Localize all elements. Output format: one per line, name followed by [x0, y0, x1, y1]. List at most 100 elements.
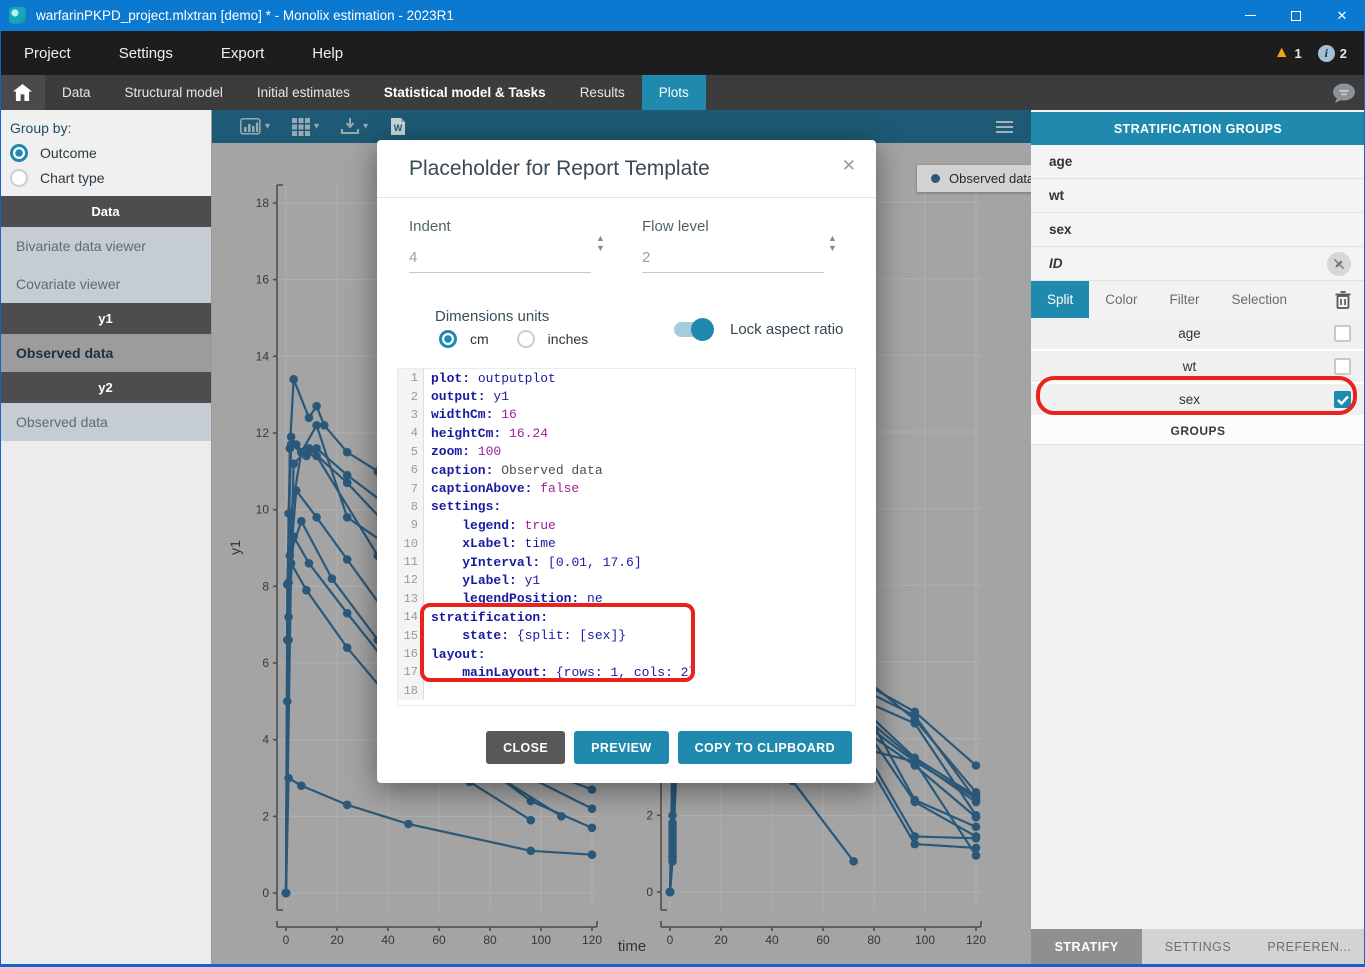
tab-plots[interactable]: Plots [642, 75, 706, 110]
window-minimize-button[interactable] [1227, 0, 1273, 31]
code-line: 7captionAbove: false [398, 479, 855, 497]
line-number: 7 [398, 479, 424, 497]
svg-text:2: 2 [262, 809, 269, 823]
dialog-close-icon[interactable]: ✕ [842, 156, 856, 176]
group-by-section: Group by: OutcomeChart type [0, 110, 211, 196]
stratify-tab-split[interactable]: Split [1031, 281, 1089, 318]
download-icon [341, 118, 359, 135]
menu-help[interactable]: Help [310, 45, 345, 62]
preview-button[interactable]: PREVIEW [574, 731, 668, 764]
plot-toolbar: ▾ ▾ ▾ [212, 110, 1031, 143]
window-maximize-button[interactable] [1273, 0, 1319, 31]
split-checkbox-wt[interactable] [1334, 358, 1351, 375]
code-text: settings: [424, 499, 501, 514]
group-by-option-chart-type[interactable]: Chart type [10, 169, 211, 187]
split-checkbox-sex[interactable] [1334, 391, 1351, 408]
svg-text:100: 100 [915, 933, 935, 947]
code-line: 4heightCm: 16.24 [398, 424, 855, 442]
code-text: legendPosition: ne [424, 591, 603, 606]
flow-level-stepper[interactable]: ▲▼ [828, 235, 837, 252]
indent-stepper[interactable]: ▲▼ [596, 235, 605, 252]
window-close-button[interactable]: ✕ [1319, 0, 1365, 31]
tab-structural-model[interactable]: Structural model [108, 75, 240, 110]
unit-label: cm [470, 331, 489, 347]
panel-tab-preferen[interactable]: PREFEREN... [1254, 929, 1365, 965]
line-number: 8 [398, 498, 424, 516]
chart-type-menu[interactable]: ▾ [240, 118, 270, 135]
code-text: mainLayout: {rows: 1, cols: 2} [424, 665, 696, 680]
sidebar-item-bivariate-data-viewer[interactable]: Bivariate data viewer [0, 227, 211, 265]
sidebar-item-observed-data[interactable]: Observed data [0, 334, 211, 372]
indent-label: Indent [409, 218, 591, 235]
layout-menu[interactable]: ▾ [292, 118, 319, 136]
export-menu[interactable]: ▾ [341, 118, 368, 135]
sidebar-item-observed-data[interactable]: Observed data [0, 403, 211, 441]
word-report-button[interactable]: W [390, 117, 406, 136]
stratify-tab-color[interactable]: Color [1089, 281, 1153, 318]
copy-to-clipboard-button[interactable]: COPY TO CLIPBOARD [678, 731, 852, 764]
svg-text:W: W [394, 123, 403, 133]
code-line: 6caption: Observed data [398, 461, 855, 479]
covariate-row-age[interactable]: age [1031, 145, 1365, 179]
svg-text:60: 60 [816, 933, 830, 947]
code-line: 17 mainLayout: {rows: 1, cols: 2} [398, 663, 855, 681]
report-template-dialog: Placeholder for Report Template ✕ Indent… [377, 140, 876, 783]
sidebar-item-covariate-viewer[interactable]: Covariate viewer [0, 265, 211, 303]
tab-initial-estimates[interactable]: Initial estimates [240, 75, 367, 110]
split-row-wt: wt [1031, 351, 1365, 384]
group-by-option-outcome[interactable]: Outcome [10, 144, 211, 162]
line-number: 6 [398, 461, 424, 479]
tab-home[interactable] [0, 75, 45, 110]
code-line: 3widthCm: 16 [398, 406, 855, 424]
code-text: yLabel: y1 [424, 573, 540, 588]
chevron-down-icon: ▾ [314, 121, 319, 132]
svg-text:0: 0 [283, 933, 290, 947]
flow-level-input[interactable]: 2 [642, 249, 824, 273]
code-line: 2output: y1 [398, 387, 855, 405]
no-edit-icon [1327, 252, 1351, 276]
menu-export[interactable]: Export [219, 45, 266, 62]
line-number: 14 [398, 608, 424, 626]
unit-option-inches[interactable]: inches [517, 330, 602, 348]
menu-project[interactable]: Project [22, 45, 73, 62]
tab-results[interactable]: Results [563, 75, 642, 110]
stratify-tab-selection[interactable]: Selection [1216, 281, 1304, 318]
panel-tab-settings[interactable]: SETTINGS [1142, 929, 1253, 965]
groups-header: GROUPS [1031, 417, 1365, 445]
covariate-row-sex[interactable]: sex [1031, 213, 1365, 247]
code-line: 16layout: [398, 645, 855, 663]
warnings-indicator[interactable]: ▲ 1 [1274, 45, 1302, 61]
radio-icon [10, 144, 28, 162]
code-text: state: {split: [sex]} [424, 628, 626, 643]
monolix-logo-icon [9, 7, 26, 24]
code-text: yInterval: [0.01, 17.6] [424, 555, 642, 570]
lock-aspect-ratio-toggle[interactable] [674, 322, 712, 337]
tab-statistical-model-tasks[interactable]: Statistical model & Tasks [367, 75, 563, 110]
series-marker-icon [931, 174, 940, 183]
line-number: 3 [398, 406, 424, 424]
svg-text:18: 18 [256, 196, 270, 210]
feedback-chat-icon[interactable] [1331, 82, 1357, 104]
template-code-editor[interactable]: 1plot: outputplot2output: y13widthCm: 16… [397, 368, 856, 706]
split-row-sex: sex [1031, 384, 1365, 417]
split-checkbox-age[interactable] [1334, 325, 1351, 342]
svg-text:0: 0 [667, 933, 674, 947]
plot-menu-icon[interactable] [996, 121, 1013, 133]
covariate-row-id[interactable]: ID [1031, 247, 1365, 281]
close-button[interactable]: CLOSE [486, 731, 565, 764]
flow-level-label: Flow level [642, 218, 824, 235]
unit-option-cm[interactable]: cm [439, 330, 503, 348]
covariate-row-wt[interactable]: wt [1031, 179, 1365, 213]
line-number: 10 [398, 535, 424, 553]
svg-text:y1: y1 [227, 540, 243, 555]
tab-data[interactable]: Data [45, 75, 108, 110]
trash-icon[interactable] [1335, 281, 1351, 318]
info-indicator[interactable]: i 2 [1318, 45, 1347, 62]
code-text: xLabel: time [424, 536, 556, 551]
svg-text:120: 120 [966, 933, 986, 947]
menu-settings[interactable]: Settings [117, 45, 175, 62]
line-number: 12 [398, 571, 424, 589]
indent-input[interactable]: 4 [409, 249, 591, 273]
panel-tab-stratify[interactable]: STRATIFY [1031, 929, 1142, 965]
stratify-tab-filter[interactable]: Filter [1154, 281, 1216, 318]
